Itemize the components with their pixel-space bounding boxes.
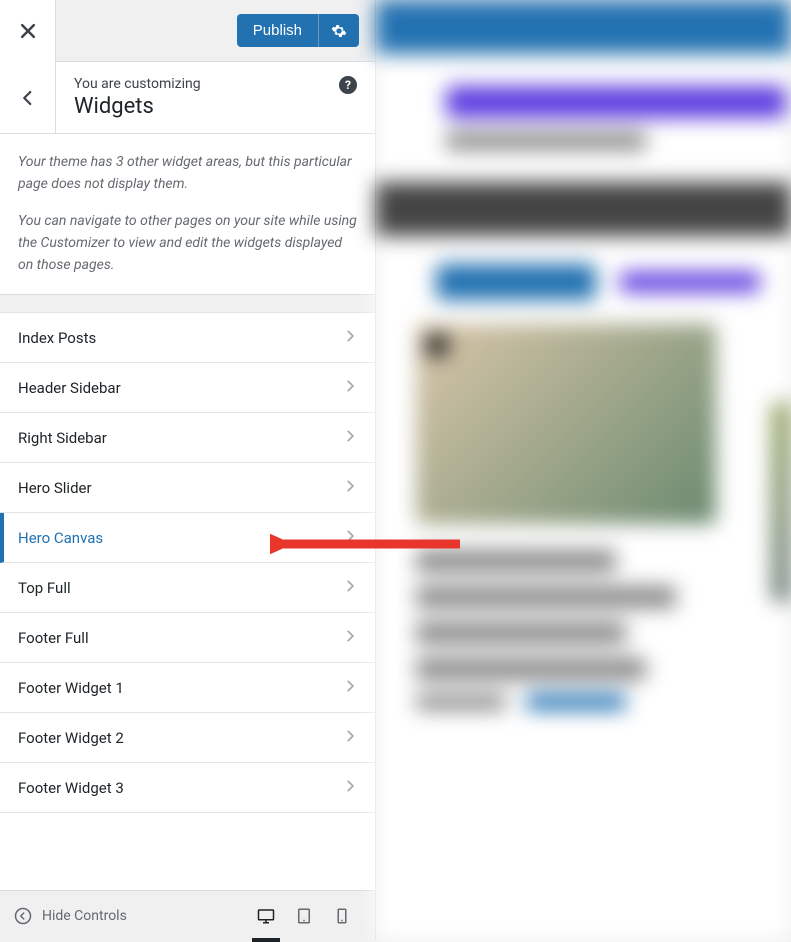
widget-area-item[interactable]: Index Posts <box>0 313 375 363</box>
section-title: Widgets <box>74 94 357 119</box>
close-icon <box>18 21 38 41</box>
section-title-block: You are customizing Widgets ? <box>56 62 375 133</box>
publish-button[interactable]: Publish <box>237 14 318 47</box>
chevron-right-icon <box>343 479 357 497</box>
widget-area-label: Index Posts <box>18 329 96 347</box>
desktop-icon <box>257 907 275 925</box>
close-button[interactable] <box>0 0 56 62</box>
chevron-right-icon <box>343 329 357 347</box>
widget-area-label: Footer Widget 2 <box>18 729 124 747</box>
customizer-footer: Hide Controls <box>0 890 375 940</box>
widget-area-item[interactable]: Footer Widget 2 <box>0 713 375 763</box>
section-description: Your theme has 3 other widget areas, but… <box>0 134 375 295</box>
chevron-right-icon <box>343 429 357 447</box>
widget-area-item[interactable]: Hero Slider <box>0 463 375 513</box>
description-paragraph: You can navigate to other pages on your … <box>18 211 357 276</box>
help-button[interactable]: ? <box>339 76 357 94</box>
collapse-left-icon <box>14 907 32 925</box>
widget-area-item[interactable]: Right Sidebar <box>0 413 375 463</box>
hide-controls-button[interactable]: Hide Controls <box>14 907 127 925</box>
widget-area-item[interactable]: Header Sidebar <box>0 363 375 413</box>
customizer-panel: Publish You are customizing Widgets ? Yo… <box>0 0 376 940</box>
mobile-icon <box>333 907 351 925</box>
chevron-right-icon <box>343 679 357 697</box>
publish-group: Publish <box>237 14 359 47</box>
widget-area-label: Hero Canvas <box>18 529 103 547</box>
section-header: You are customizing Widgets ? <box>0 62 375 134</box>
preview-pane <box>376 0 791 940</box>
chevron-right-icon <box>343 729 357 747</box>
hide-controls-label: Hide Controls <box>42 908 127 924</box>
device-mobile-button[interactable] <box>323 891 361 941</box>
description-paragraph: Your theme has 3 other widget areas, but… <box>18 152 357 195</box>
widget-area-item[interactable]: Footer Full <box>0 613 375 663</box>
back-button[interactable] <box>0 62 56 133</box>
device-tablet-button[interactable] <box>285 891 323 941</box>
widget-area-label: Hero Slider <box>18 479 92 497</box>
widget-area-item[interactable]: Footer Widget 1 <box>0 663 375 713</box>
customizer-top-bar: Publish <box>0 0 375 62</box>
tablet-icon <box>295 907 313 925</box>
customizing-label: You are customizing <box>74 76 357 92</box>
widget-area-label: Header Sidebar <box>18 379 121 397</box>
widget-area-label: Right Sidebar <box>18 429 107 447</box>
widget-area-item[interactable]: Footer Widget 3 <box>0 763 375 813</box>
widget-area-label: Footer Full <box>18 629 89 647</box>
chevron-right-icon <box>343 379 357 397</box>
widget-area-item[interactable]: Top Full <box>0 563 375 613</box>
chevron-right-icon <box>343 629 357 647</box>
widget-area-label: Footer Widget 3 <box>18 779 124 797</box>
chevron-right-icon <box>343 529 357 547</box>
publish-settings-button[interactable] <box>318 14 359 47</box>
widget-area-list: Index Posts Header Sidebar Right Sidebar He… <box>0 313 375 813</box>
gear-icon <box>331 23 347 39</box>
widget-area-label: Footer Widget 1 <box>18 679 124 697</box>
spacer <box>0 295 375 313</box>
chevron-right-icon <box>343 579 357 597</box>
device-desktop-button[interactable] <box>247 891 285 941</box>
widget-area-item[interactable]: Hero Canvas <box>0 513 375 563</box>
chevron-left-icon <box>19 89 37 107</box>
widget-area-label: Top Full <box>18 579 71 597</box>
chevron-right-icon <box>343 779 357 797</box>
